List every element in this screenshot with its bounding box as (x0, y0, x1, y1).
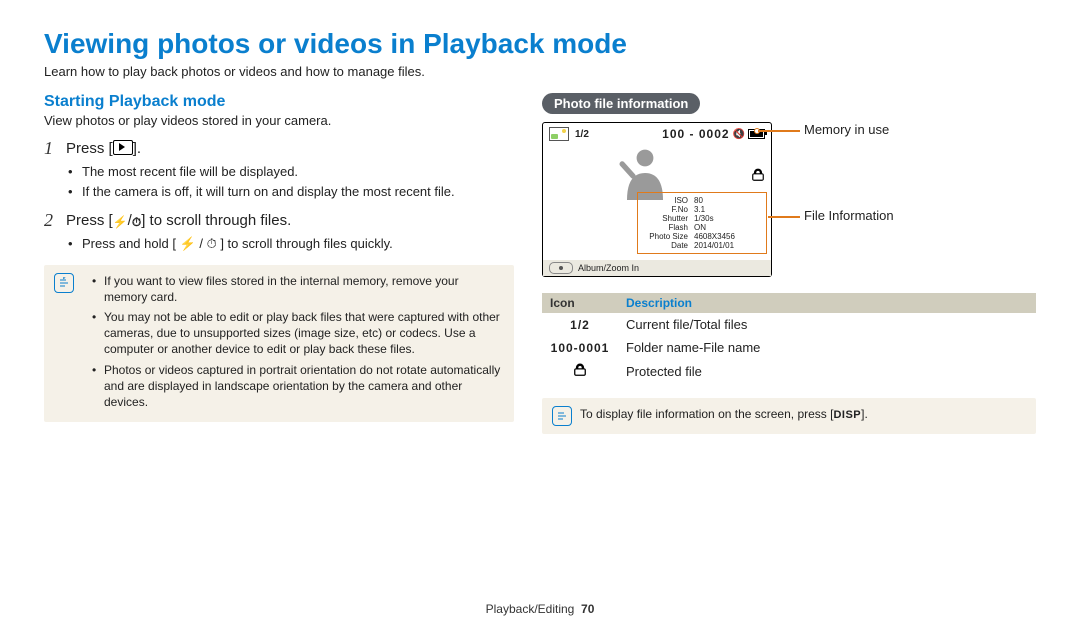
section-subtext: View photos or play videos stored in you… (44, 113, 514, 128)
left-column: Starting Playback mode View photos or pl… (44, 93, 514, 422)
bullet-item: If the camera is off, it will turn on an… (74, 183, 514, 201)
subhead-pill: Photo file information (542, 93, 700, 114)
callout-memory-in-use: Memory in use (804, 122, 889, 137)
audio-icon: 🔇 (733, 129, 745, 140)
page-title: Viewing photos or videos in Playback mod… (44, 28, 1036, 60)
note-box: To display file information on the scree… (542, 398, 1036, 434)
bullet-item: The most recent file will be displayed. (74, 163, 514, 181)
step-1-bullets: The most recent file will be displayed. … (44, 163, 514, 200)
memory-label: 100 - 0002 (662, 127, 729, 141)
timer-icon (132, 213, 141, 230)
note-text: To display file information on the scree… (580, 406, 868, 426)
table-header-description: Description (618, 293, 1036, 313)
disp-button-label: DISP (833, 408, 861, 423)
callout-line (758, 130, 800, 132)
table-row: Protected file (542, 359, 1036, 384)
table-cell-desc: Folder name-File name (618, 336, 1036, 359)
note-icon (54, 273, 74, 293)
bullet-item: Press and hold [ ⚡ / ⏱ ] to scroll throu… (74, 235, 514, 253)
zoom-label: Album/Zoom In (578, 263, 639, 273)
note-item: Photos or videos captured in portrait or… (96, 362, 504, 411)
page-footer: Playback/Editing 70 (0, 602, 1080, 616)
counter-icon-label: 1/2 (570, 318, 590, 332)
table-row: 1/2 Current file/Total files (542, 313, 1036, 336)
callout-file-information: File Information (804, 208, 894, 223)
table-cell-desc: Protected file (618, 359, 1036, 384)
lock-icon (542, 359, 618, 384)
step-number: 1 (44, 138, 58, 159)
table-header-icon: Icon (542, 293, 618, 313)
lcd-diagram: 1/2 100 - 0002 🔇 (542, 122, 1022, 287)
file-counter: 1/2 (575, 129, 589, 140)
file-info-panel: ISO80 F.No3.1 Shutter1/30s FlashON Photo… (637, 192, 767, 254)
note-box: If you want to view files stored in the … (44, 265, 514, 423)
step-1: 1 Press []. (44, 138, 514, 159)
callout-line (768, 216, 800, 218)
section-heading: Starting Playback mode (44, 93, 514, 111)
playback-button-icon (113, 140, 133, 155)
thumbnail-icon (549, 127, 569, 141)
step-text: Press []. (66, 138, 141, 159)
note-icon (552, 406, 572, 426)
step-text: Press [/] to scroll through files. (66, 210, 291, 231)
zoom-pill-icon (549, 262, 573, 274)
page-lede: Learn how to play back photos or videos … (44, 64, 1036, 79)
right-column: Photo file information 1/2 100 - 0002 🔇 (542, 93, 1036, 434)
table-row: 100-0001 Folder name-File name (542, 336, 1036, 359)
folder-file-label: 100-0001 (551, 341, 610, 355)
icon-description-table: Icon Description 1/2 Current file/Total … (542, 293, 1036, 384)
table-cell-desc: Current file/Total files (618, 313, 1036, 336)
lcd-bottom-bar: Album/Zoom In (543, 260, 771, 276)
step-2-bullets: Press and hold [ ⚡ / ⏱ ] to scroll throu… (44, 235, 514, 253)
lock-icon (751, 168, 765, 185)
step-2: 2 Press [/] to scroll through files. (44, 210, 514, 231)
note-item: You may not be able to edit or play back… (96, 309, 504, 358)
step-number: 2 (44, 210, 58, 231)
lcd-screen: 1/2 100 - 0002 🔇 (542, 122, 772, 277)
note-item: If you want to view files stored in the … (96, 273, 504, 305)
flash-icon (113, 213, 128, 230)
